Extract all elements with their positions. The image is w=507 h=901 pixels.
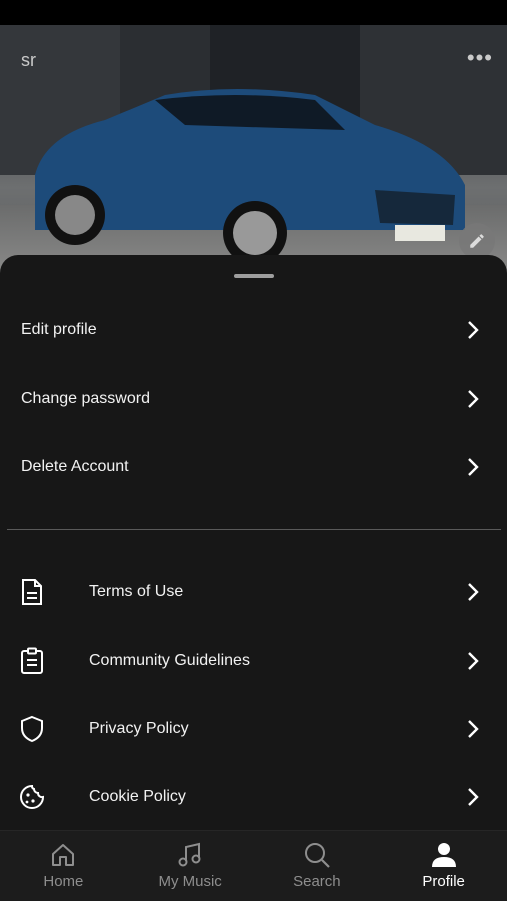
person-icon [431, 843, 456, 867]
chevron-right-icon [468, 390, 479, 408]
nav-tab-home[interactable]: Home [0, 831, 127, 901]
cover-image: sr ••• [0, 25, 507, 275]
search-icon [304, 843, 330, 868]
profile-name: sr [21, 50, 36, 70]
privacy-policy-row[interactable]: Privacy Policy [0, 699, 507, 759]
home-icon [52, 844, 75, 866]
menu-item-label: Terms of Use [89, 583, 184, 600]
chevron-right-icon [468, 583, 479, 601]
nav-tab-label: Search [293, 873, 341, 890]
menu-item-label: Edit profile [21, 321, 97, 338]
menu-item-label: Change password [21, 390, 150, 407]
status-bar [0, 0, 507, 25]
nav-tab-profile[interactable]: Profile [380, 831, 507, 901]
chevron-right-icon [468, 788, 479, 806]
cookie-policy-row[interactable]: Cookie Policy [0, 767, 507, 827]
chevron-right-icon [468, 321, 479, 339]
change-password-row[interactable]: Change password [0, 369, 507, 429]
music-note-icon [178, 842, 201, 867]
shield-icon [21, 715, 43, 743]
chevron-right-icon [468, 458, 479, 476]
nav-tab-label: My Music [158, 873, 222, 890]
edit-profile-row[interactable]: Edit profile [0, 300, 507, 360]
section-divider [7, 529, 501, 530]
nav-tab-label: Home [43, 873, 84, 890]
car-image [35, 89, 465, 265]
edit-cover-button[interactable] [459, 223, 495, 259]
cookie-icon [20, 784, 45, 809]
chevron-right-icon [468, 652, 479, 670]
profile-settings-sheet: Edit profile Change password Delete Acco… [0, 255, 507, 830]
menu-item-label: Community Guidelines [89, 652, 250, 669]
chevron-right-icon [468, 720, 479, 738]
nav-tab-search[interactable]: Search [254, 831, 381, 901]
terms-of-use-row[interactable]: Terms of Use [0, 562, 507, 622]
menu-item-label: Delete Account [21, 458, 129, 475]
menu-item-label: Cookie Policy [89, 788, 186, 805]
nav-tab-my-music[interactable]: My Music [127, 831, 254, 901]
nav-tab-label: Profile [422, 873, 465, 890]
more-options-icon[interactable]: ••• [467, 47, 493, 69]
document-icon [22, 579, 42, 605]
clipboard-icon [21, 647, 43, 674]
community-guidelines-row[interactable]: Community Guidelines [0, 631, 507, 691]
pencil-icon [470, 234, 484, 248]
sheet-drag-handle[interactable] [234, 274, 274, 278]
menu-item-label: Privacy Policy [89, 720, 189, 737]
bottom-navigation: Home My Music Search Profile [0, 830, 507, 901]
delete-account-row[interactable]: Delete Account [0, 437, 507, 497]
